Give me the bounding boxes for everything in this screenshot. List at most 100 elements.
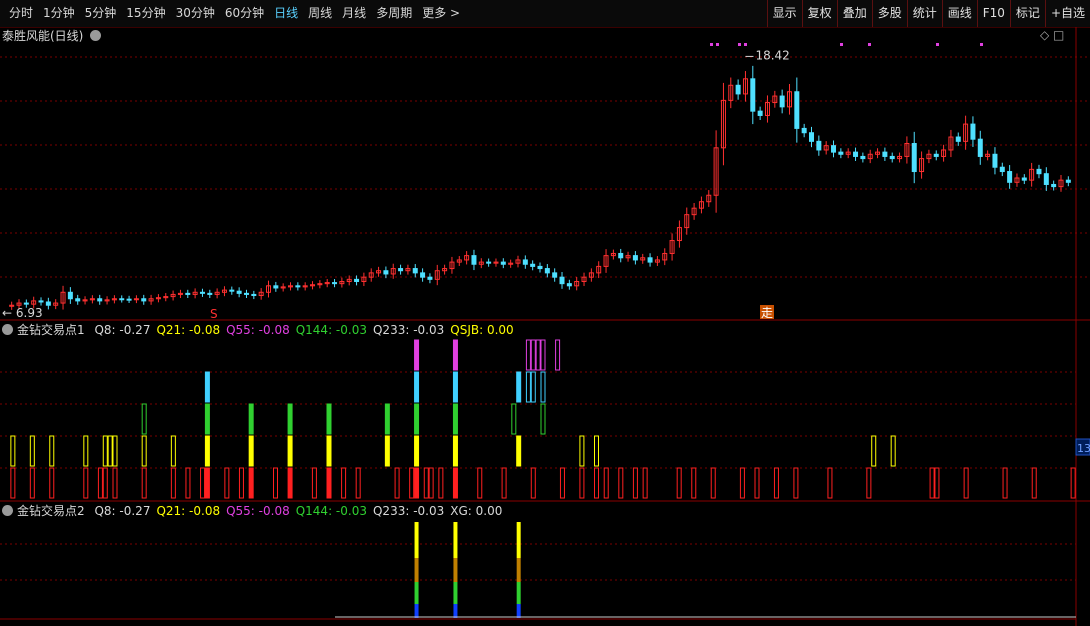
period-tab-9[interactable]: 多周期: [371, 0, 417, 27]
period-toolbar: 分时 1分钟 5分钟 15分钟 30分钟 60分钟 日线 周线 月线 多周期 更多 > 显示 复权 叠加…: [0, 0, 1090, 28]
xg-spike: [414, 604, 419, 618]
candle-body: [588, 272, 594, 278]
candle-body: [596, 265, 602, 274]
signal-dot: [744, 43, 747, 46]
q8-bar: [311, 467, 317, 499]
candle-body: [478, 261, 484, 265]
toolbar-buttons: 显示 复权 叠加 多股 统计 画线 F10 标记 +自选: [766, 0, 1090, 27]
candle-body: [148, 298, 154, 302]
q21-bar: [83, 435, 89, 467]
q8-bar: [530, 467, 536, 499]
main-chart-title[interactable]: 泰胜风能(日线): [2, 27, 105, 44]
right-tag-bg: [1075, 438, 1090, 456]
toolbar-button-6[interactable]: F10: [976, 0, 1010, 27]
q8-bar: [341, 467, 347, 499]
candle-body: [354, 278, 360, 282]
q8-bar: [394, 467, 400, 499]
toolbar-button-0[interactable]: 显示: [766, 0, 802, 27]
period-tab-1[interactable]: 1分钟: [38, 0, 80, 27]
candle-body: [1036, 168, 1042, 175]
q8-bar: [477, 467, 483, 499]
indicator2-menu-icon[interactable]: [2, 505, 13, 516]
indicator-value: QSJB: 0.00: [450, 323, 514, 337]
candle-body: [816, 140, 822, 151]
candle-body: [581, 276, 587, 282]
dropdown-circle-icon[interactable]: [90, 30, 102, 41]
candle-body: [955, 136, 961, 142]
candle-body: [948, 136, 954, 151]
q144-bar: [248, 403, 254, 435]
candle-body: [221, 289, 227, 293]
q8-bar: [102, 467, 108, 499]
q8-bar: [579, 467, 585, 499]
candle-body: [464, 255, 470, 261]
period-tab-10[interactable]: 更多 >: [417, 0, 465, 27]
candle-body: [23, 302, 29, 305]
candle-body: [809, 132, 815, 142]
q8-bar: [423, 467, 429, 499]
signal-dot: [868, 43, 871, 46]
candle-body: [764, 102, 770, 116]
candle-body: [177, 292, 183, 295]
indicator-value: Q8: -0.27: [94, 504, 151, 518]
xg-spike: [453, 604, 458, 618]
period-tabs: 分时 1分钟 5分钟 15分钟 30分钟 60分钟 日线 周线 月线 多周期 更多 >: [4, 0, 465, 27]
toolbar-button-8[interactable]: +自选: [1044, 0, 1090, 27]
candle-body: [537, 265, 543, 270]
toolbar-button-7[interactable]: 标记: [1009, 0, 1045, 27]
q8-bar: [594, 467, 599, 499]
candle-body: [302, 285, 308, 288]
q21-bar: [287, 435, 293, 467]
q8-bar: [10, 467, 16, 499]
period-tab-8[interactable]: 月线: [337, 0, 371, 27]
candle-body: [676, 227, 682, 242]
low-price-label: ← 6.93: [2, 306, 43, 320]
period-tab-0[interactable]: 分时: [4, 0, 38, 27]
candle-body: [522, 259, 528, 265]
q8-bar: [97, 467, 103, 499]
toolbar-button-2[interactable]: 叠加: [836, 0, 872, 27]
candle-body: [831, 145, 837, 153]
period-tab-4[interactable]: 30分钟: [171, 0, 220, 27]
toolbar-button-3[interactable]: 多股: [871, 0, 907, 27]
xg-spike: [516, 558, 521, 582]
candle-body: [361, 276, 367, 282]
signal-dot: [936, 43, 939, 46]
xg-spike: [414, 522, 419, 558]
indicator-value: XG: 0.00: [450, 504, 503, 518]
candle-body: [706, 194, 712, 203]
candle-body: [192, 291, 198, 295]
candle-body: [970, 123, 976, 140]
q8-bar: [866, 467, 872, 499]
toolbar-button-5[interactable]: 画线: [941, 0, 977, 27]
candle-body: [603, 255, 609, 267]
period-tab-2[interactable]: 5分钟: [80, 0, 122, 27]
period-tab-6[interactable]: 日线: [269, 0, 303, 27]
candle-body: [654, 259, 660, 263]
candle-body: [383, 270, 389, 275]
candle-body: [207, 292, 213, 295]
xg-spike: [516, 604, 521, 618]
candle-body: [926, 153, 932, 160]
q8-bar: [452, 467, 458, 499]
period-tab-3[interactable]: 15分钟: [121, 0, 170, 27]
toolbar-button-1[interactable]: 复权: [801, 0, 837, 27]
q21-bar: [452, 435, 458, 467]
candle-body: [434, 270, 440, 280]
q55-bar: [204, 371, 210, 403]
q8-bar: [501, 467, 507, 499]
panel-controls[interactable]: ◇ □: [1040, 28, 1064, 42]
indicator1-menu-icon[interactable]: [2, 324, 13, 335]
candle-body: [1043, 173, 1049, 185]
candle-body: [720, 99, 726, 149]
toolbar-button-4[interactable]: 统计: [906, 0, 942, 27]
period-tab-7[interactable]: 周线: [303, 0, 337, 27]
candle-body: [229, 289, 235, 292]
candle-body: [456, 259, 462, 263]
candle-body: [346, 278, 352, 282]
high-price-label: 18.42: [755, 48, 789, 62]
period-tab-5[interactable]: 60分钟: [220, 0, 269, 27]
q21-bar: [107, 435, 113, 467]
qsjb-bar: [535, 339, 541, 371]
candle-body: [845, 151, 851, 155]
